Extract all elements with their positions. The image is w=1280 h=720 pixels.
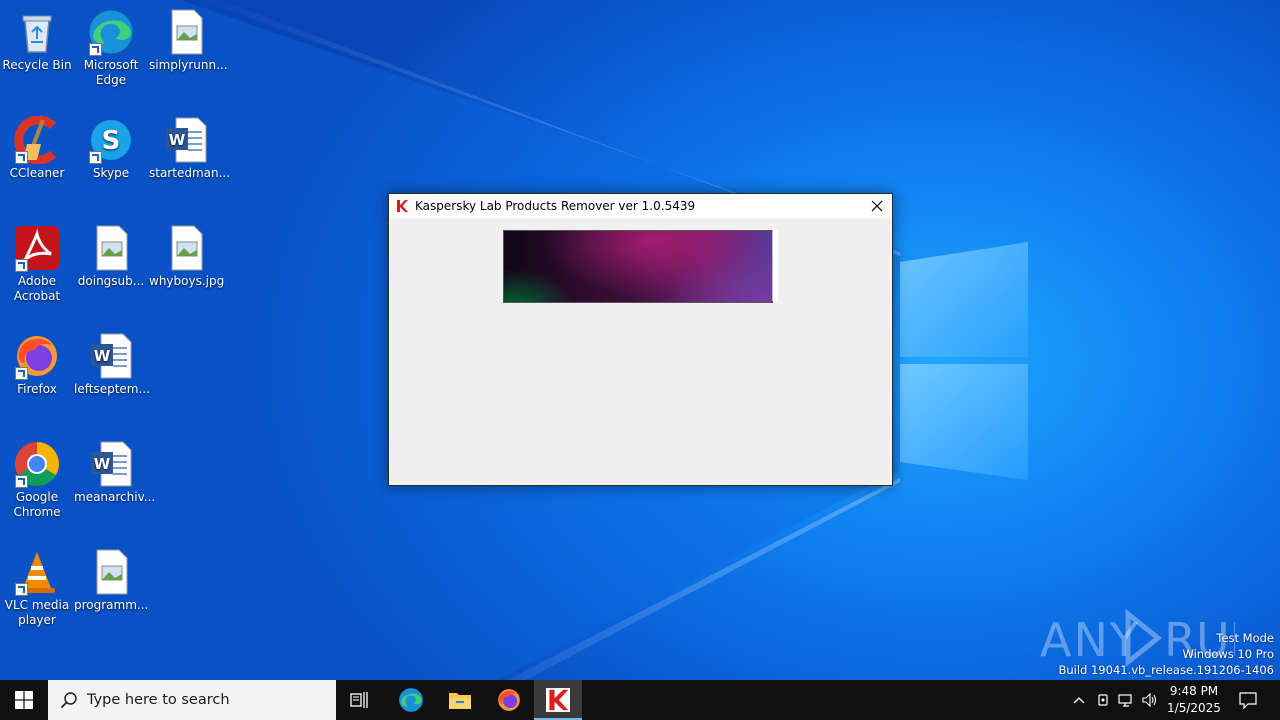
watermark-line: Windows 10 Pro [1182, 647, 1274, 661]
clock-time: 9:48 PM [1169, 684, 1219, 698]
icon-label: Microsoft Edge [83, 58, 139, 87]
image-file-icon [87, 548, 135, 596]
desktop-icon-ccleaner[interactable]: CCleaner [0, 116, 74, 181]
device-icon [1098, 694, 1108, 706]
volume-icon [1142, 693, 1157, 707]
svg-text:W: W [169, 131, 186, 149]
desktop-icon-recycle-bin[interactable]: Recycle Bin [0, 8, 74, 73]
windows-test-mode-watermark: Test Mode Windows 10 Pro Build 19041.vb_… [1058, 630, 1274, 678]
taskbar: Type here to search 9:48 PM 1/5/2025 [0, 680, 1280, 720]
window-title: Kaspersky Lab Products Remover ver 1.0.5… [415, 199, 696, 213]
desktop-icon-doingsub[interactable]: doingsub... [74, 224, 148, 289]
desktop-icon-whyboys[interactable]: whyboys.jpg [149, 224, 225, 289]
window-titlebar[interactable]: Kaspersky Lab Products Remover ver 1.0.5… [389, 194, 892, 218]
taskbar-file-explorer-button[interactable] [436, 680, 484, 720]
icon-label: doingsub... [77, 274, 145, 288]
close-button[interactable] [862, 194, 892, 218]
skype-icon: S [87, 116, 135, 164]
image-file-icon [87, 224, 135, 272]
desktop-icon-simplyrunn[interactable]: simplyrunn... [149, 8, 228, 73]
kaspersky-remover-window[interactable]: Kaspersky Lab Products Remover ver 1.0.5… [388, 193, 893, 486]
desktop-icon-edge[interactable]: Microsoft Edge [74, 8, 148, 88]
word-doc-icon: W [87, 332, 135, 380]
image-file-icon [162, 8, 210, 56]
chrome-icon [13, 440, 61, 488]
product-banner-image [503, 230, 773, 303]
svg-text:W: W [94, 347, 111, 365]
firefox-icon [13, 332, 61, 380]
taskbar-clock[interactable]: 9:48 PM 1/5/2025 [1164, 680, 1224, 720]
kaspersky-icon [546, 688, 570, 712]
word-doc-icon: W [162, 116, 210, 164]
word-doc-icon: W [87, 440, 135, 488]
kaspersky-icon [395, 199, 409, 213]
shortcut-arrow-icon [89, 43, 102, 56]
desktop-icon-chrome[interactable]: Google Chrome [0, 440, 74, 520]
action-center-button[interactable] [1228, 680, 1268, 720]
start-button[interactable] [0, 680, 48, 720]
icon-label: Recycle Bin [2, 58, 72, 72]
tray-network-button[interactable] [1115, 680, 1137, 720]
taskbar-search-box[interactable]: Type here to search [48, 680, 336, 720]
icon-label: CCleaner [9, 166, 65, 180]
icon-label: Skype [92, 166, 130, 180]
search-placeholder: Type here to search [87, 692, 230, 708]
recycle-bin-icon [13, 8, 61, 56]
desktop-icon-firefox[interactable]: Firefox [0, 332, 74, 397]
shortcut-arrow-icon [15, 475, 28, 488]
icon-label: programm... [74, 598, 149, 612]
icon-label: Google Chrome [13, 490, 61, 519]
desktop-icon-leftseptem[interactable]: W leftseptem... [74, 332, 150, 397]
tray-device-button[interactable] [1092, 680, 1114, 720]
icon-label: Adobe Acrobat [13, 274, 61, 303]
edge-icon [399, 688, 423, 712]
windows-start-icon [15, 691, 33, 709]
shortcut-arrow-icon [15, 151, 28, 164]
tray-volume-button[interactable] [1139, 680, 1161, 720]
shortcut-arrow-icon [15, 583, 28, 596]
icon-label: startedman... [149, 166, 231, 180]
image-file-icon [162, 224, 210, 272]
icon-label: meanarchiv... [74, 490, 156, 504]
desktop-icon-skype[interactable]: S Skype [74, 116, 148, 181]
icon-label: Firefox [17, 382, 57, 396]
svg-text:S: S [102, 126, 121, 156]
svg-text:W: W [94, 455, 111, 473]
icon-label: VLC media player [4, 598, 70, 627]
desktop-icon-programm[interactable]: programm... [74, 548, 148, 613]
clock-date: 1/5/2025 [1167, 701, 1221, 715]
taskbar-kaspersky-button[interactable] [534, 680, 582, 720]
close-icon [871, 200, 883, 212]
taskbar-firefox-button[interactable] [485, 680, 533, 720]
shortcut-arrow-icon [89, 151, 102, 164]
show-hidden-icons-button[interactable] [1068, 680, 1090, 720]
search-icon [60, 692, 77, 709]
desktop-icon-acrobat[interactable]: Adobe Acrobat [0, 224, 74, 304]
firefox-icon [498, 689, 520, 711]
shortcut-arrow-icon [15, 259, 28, 272]
desktop-icon-startedman[interactable]: W startedman... [149, 116, 231, 181]
banner-frame-edge [772, 230, 778, 301]
desktop-icon-vlc[interactable]: VLC media player [0, 548, 74, 628]
shortcut-arrow-icon [15, 367, 28, 380]
icon-label: simplyrunn... [149, 58, 228, 72]
vlc-icon [13, 548, 61, 596]
task-view-button[interactable] [336, 680, 384, 720]
watermark-line: Test Mode [1216, 631, 1274, 645]
icon-label: leftseptem... [74, 382, 150, 396]
watermark-line: Build 19041.vb_release.191206-1406 [1058, 663, 1274, 677]
notification-icon [1239, 692, 1257, 709]
file-explorer-icon [449, 693, 471, 709]
task-view-icon [350, 692, 368, 708]
edge-icon [87, 8, 135, 56]
acrobat-icon [13, 224, 61, 272]
network-icon [1118, 694, 1132, 707]
desktop-icon-meanarchiv[interactable]: W meanarchiv... [74, 440, 156, 505]
icon-label: whyboys.jpg [149, 274, 225, 288]
chevron-up-icon [1073, 697, 1085, 704]
ccleaner-icon [13, 116, 61, 164]
taskbar-edge-button[interactable] [387, 680, 435, 720]
